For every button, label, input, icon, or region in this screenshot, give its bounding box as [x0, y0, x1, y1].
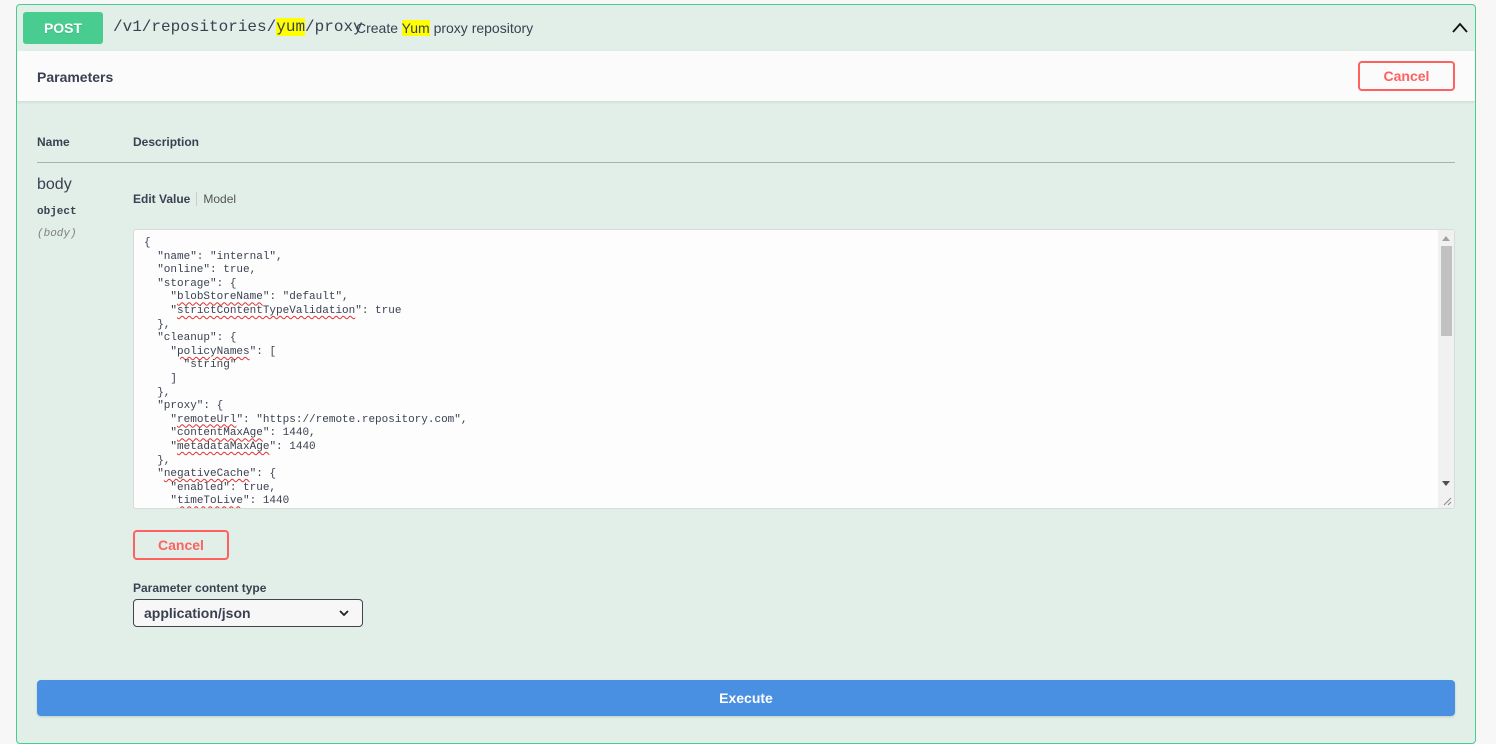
code-line: "metadataMaxAge": 1440 [144, 440, 316, 453]
code-line: }, [144, 386, 171, 399]
column-header-description: Description [133, 135, 200, 149]
code-line: "strictContentTypeValidation": true [144, 304, 402, 317]
code-line: "contentMaxAge": 1440, [144, 427, 316, 440]
code-line: "timeToLive": 1440 [144, 495, 290, 508]
code-line: "proxy": { [144, 400, 224, 413]
content-type-label: Parameter content type [133, 581, 267, 595]
parameters-title: Parameters [37, 69, 114, 85]
body-editor-text[interactable]: { "name": "internal", "online": true, "s… [144, 237, 468, 508]
operation-block-post: POST /v1/repositories/yum/proxy Create Y… [16, 4, 1476, 744]
code-line: }, [144, 318, 171, 331]
scroll-up-icon[interactable] [1442, 236, 1450, 241]
operation-summary-text: Create Yum proxy repository [356, 20, 533, 36]
code-line: "blobStoreName": "default", [144, 291, 349, 304]
code-line: "string" [144, 359, 237, 372]
code-line: "name": "internal", [144, 250, 283, 263]
scroll-down-icon[interactable] [1442, 481, 1450, 486]
content-type-select[interactable]: application/json [133, 599, 363, 627]
parameters-header: Parameters Cancel [17, 51, 1475, 102]
code-line: { [144, 237, 151, 249]
tab-edit-value[interactable]: Edit Value [133, 192, 190, 206]
code-line: ] [144, 372, 178, 385]
tab-model[interactable]: Model [196, 192, 236, 206]
code-line: "policyNames": [ [144, 345, 277, 358]
code-line: "cleanup": { [144, 332, 237, 345]
body-tabs: Edit Value Model [133, 192, 236, 206]
cancel-edit-button[interactable]: Cancel [133, 530, 229, 560]
param-name: body [37, 176, 72, 193]
summary-highlight: Yum [401, 20, 430, 36]
code-line: "enabled": true, [144, 481, 277, 494]
summary-prefix: Create [356, 20, 402, 36]
path-prefix: /v1/repositories/ [113, 18, 277, 36]
chevron-up-icon[interactable] [1451, 19, 1469, 37]
method-badge: POST [23, 12, 103, 44]
operation-path: /v1/repositories/yum/proxy [113, 18, 363, 36]
body-editor[interactable]: { "name": "internal", "online": true, "s… [133, 229, 1455, 509]
resize-grip-icon[interactable] [1442, 496, 1452, 506]
cancel-button[interactable]: Cancel [1358, 61, 1455, 91]
header-divider [37, 162, 1455, 163]
column-header-name: Name [37, 135, 70, 149]
path-suffix: /proxy [305, 18, 363, 36]
summary-suffix: proxy repository [429, 20, 534, 36]
operation-summary[interactable]: POST /v1/repositories/yum/proxy Create Y… [17, 5, 1475, 50]
code-line: "online": true, [144, 264, 257, 277]
param-type: object [37, 206, 77, 218]
content-type-value: application/json [144, 605, 251, 621]
scroll-thumb[interactable] [1441, 246, 1452, 336]
code-line: "negativeCache": { [144, 468, 277, 481]
code-line: "remoteUrl": "https://remote.repository.… [144, 413, 468, 426]
chevron-down-icon [339, 610, 349, 617]
param-location: (body) [37, 228, 77, 240]
editor-scrollbar[interactable] [1438, 230, 1454, 508]
code-line: }, [144, 454, 171, 467]
code-line: "storage": { [144, 277, 237, 290]
path-highlight: yum [276, 18, 306, 36]
execute-button[interactable]: Execute [37, 680, 1455, 716]
